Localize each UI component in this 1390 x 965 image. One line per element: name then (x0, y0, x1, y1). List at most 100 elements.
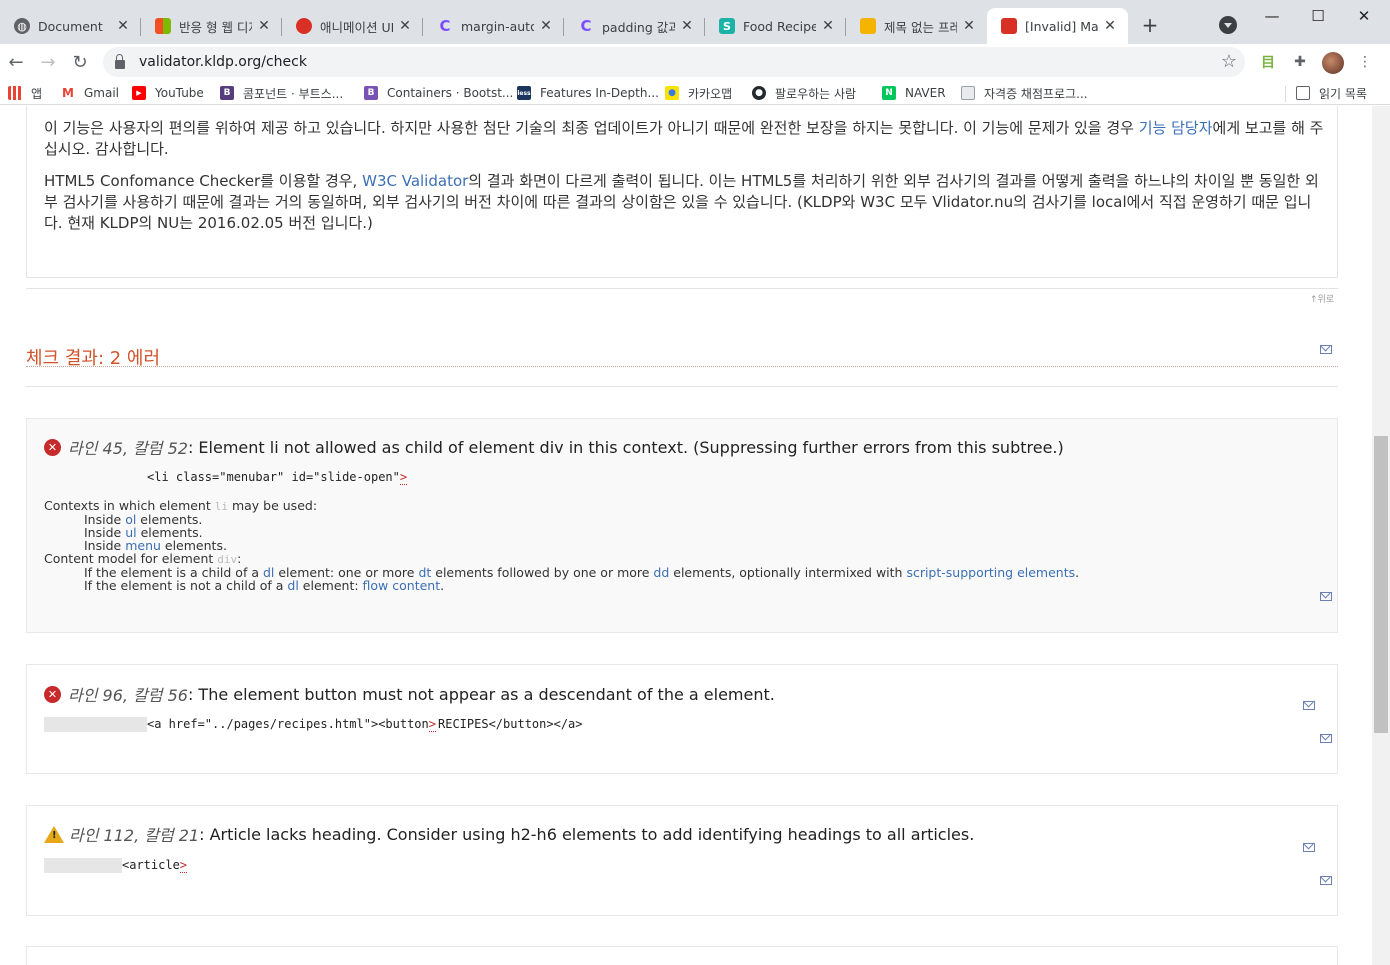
context-text: Content model for element (44, 551, 218, 566)
message-heading: ! 라인 112, 칼럼 21 : Article lacks heading.… (44, 822, 974, 846)
context-text: : (237, 551, 242, 566)
minimize-button[interactable]: — (1249, 4, 1295, 28)
tab-untitled-presentation[interactable]: 제목 없는 프레 ✕ (846, 8, 987, 44)
tab-title: 반응 형 웹 디자 (179, 19, 252, 35)
mail-icon[interactable] (1320, 734, 1332, 743)
mail-icon[interactable] (1320, 345, 1332, 354)
c-logo-icon: C (580, 17, 592, 35)
bookmark-bootstrap-containers[interactable]: B Containers · Bootst... (364, 84, 513, 102)
bookmark-star-icon[interactable]: ☆ (1221, 51, 1237, 72)
notice-box: 이 기능은 사용자의 편의를 위하여 제공 하고 있습니다. 하지만 사용한 첨… (26, 106, 1338, 278)
kakaomap-icon: ● (665, 86, 679, 100)
close-icon[interactable]: ✕ (115, 18, 131, 34)
lock-icon[interactable] (115, 53, 125, 69)
w3c-validator-link[interactable]: W3C Validator (362, 172, 468, 190)
error-marker: > (428, 717, 436, 732)
error-message-1: ✕ 라인 45, 칼럼 52 : Element li not allowed … (26, 418, 1338, 633)
error-icon: ✕ (44, 685, 61, 703)
close-window-button[interactable]: ✕ (1341, 4, 1387, 28)
close-icon[interactable]: ✕ (1102, 18, 1118, 34)
address-bar[interactable]: validator.kldp.org/check ☆ (103, 47, 1245, 77)
extension-icon[interactable]: 目 (1258, 52, 1278, 72)
bootstrap-icon: B (364, 86, 378, 100)
mail-icon[interactable] (1320, 592, 1332, 601)
url-text[interactable]: validator.kldp.org/check (139, 54, 307, 70)
tab-responsive-web[interactable]: 반응 형 웹 디자 ✕ (141, 8, 282, 44)
validator-icon (1001, 18, 1017, 34)
message-location: 라인 45, 칼럼 52 (68, 439, 188, 458)
context-line: Content model for element div: (44, 552, 1079, 566)
tab-search-icon[interactable] (1219, 16, 1237, 34)
bookmark-naver[interactable]: N NAVER (882, 84, 946, 102)
windows-icon (155, 18, 171, 34)
mail-icon[interactable] (1320, 876, 1332, 885)
tomato-icon (296, 18, 312, 34)
bookmark-less-features[interactable]: less Features In-Depth... (517, 84, 659, 102)
bookmarks-divider (1285, 86, 1286, 102)
bookmark-cert-grading[interactable]: 자격증 채점프로그... (961, 84, 1088, 102)
close-icon[interactable]: ✕ (961, 18, 977, 34)
puzzle-icon[interactable]: ✚ (1290, 52, 1310, 72)
code-text: <article (122, 858, 180, 872)
warning-message-1: ! 라인 112, 칼럼 21 : Article lacks heading.… (26, 805, 1338, 916)
bookmark-label: 카카오맵 (688, 86, 733, 101)
bookmark-gmail[interactable]: M Gmail (61, 84, 119, 102)
notice-text: 이 기능은 사용자의 편의를 위하여 제공 하고 있습니다. 하지만 사용한 첨… (44, 119, 1139, 137)
page-viewport: 이 기능은 사용자의 편의를 위하여 제공 하고 있습니다. 하지만 사용한 첨… (0, 106, 1372, 965)
vertical-scrollbar[interactable] (1372, 106, 1390, 965)
tab-food-recipes[interactable]: S Food Recipes ✕ (705, 8, 846, 44)
back-to-top-link[interactable]: ↑위로 (1310, 292, 1334, 305)
bookmark-github-following[interactable]: ● 팔로우하는 사람 (752, 84, 856, 102)
tab-document[interactable]: ◍ Document ✕ (0, 8, 141, 44)
forward-icon[interactable]: → (37, 51, 59, 73)
tab-padding[interactable]: C padding 값과 ✕ (564, 8, 705, 44)
profile-avatar[interactable] (1322, 52, 1344, 74)
close-icon[interactable]: ✕ (820, 18, 836, 34)
bookmark-label: Containers · Bootst... (387, 86, 514, 100)
message-location: 라인 96, 칼럼 56 (68, 686, 188, 705)
script-supporting-link[interactable]: script-supporting elements (906, 565, 1075, 580)
tab-margin-auto[interactable]: C margin-auto; - ✕ (423, 8, 564, 44)
context-text: . (1075, 565, 1080, 580)
tab-title: padding 값과 (602, 19, 675, 35)
tab-animation-ui[interactable]: 애니메이션 UI ✕ (282, 8, 423, 44)
bookmark-apps[interactable]: 앱 (8, 84, 42, 102)
bookmark-label: Gmail (84, 86, 120, 100)
new-tab-button[interactable]: + (1139, 13, 1161, 37)
tab-invalid-markup[interactable]: [Invalid] Mark ✕ (987, 8, 1128, 44)
close-icon[interactable]: ✕ (256, 18, 272, 34)
maximize-button[interactable]: ☐ (1295, 4, 1341, 28)
bookmark-bootstrap-components[interactable]: B 콤포넌트 · 부트스... (220, 84, 343, 102)
tab-title: 애니메이션 UI (320, 19, 393, 35)
dd-link[interactable]: dd (653, 565, 669, 580)
result-title-underline (26, 366, 1338, 367)
tab-title: Document (38, 18, 103, 34)
close-icon[interactable]: ✕ (397, 18, 413, 34)
message-location: 라인 112, 칼럼 21 (69, 826, 200, 845)
tab-title: Food Recipes (743, 18, 816, 34)
bookmark-label: 콤포넌트 · 부트스... (243, 86, 344, 101)
back-icon[interactable]: ← (5, 51, 27, 73)
tab-title: margin-auto; - (461, 18, 534, 34)
scrollbar-thumb[interactable] (1374, 436, 1388, 733)
message-text: : Element li not allowed as child of ele… (187, 437, 1064, 457)
reload-icon[interactable]: ↻ (69, 51, 91, 73)
mail-icon[interactable] (1303, 701, 1315, 710)
mail-icon[interactable] (1303, 843, 1315, 852)
github-icon: ● (752, 86, 766, 100)
close-icon[interactable]: ✕ (538, 18, 554, 34)
element-code: li (214, 500, 228, 513)
bookmark-youtube[interactable]: ▶ YouTube (132, 84, 204, 102)
reading-list-button[interactable]: 읽기 목록 (1296, 84, 1367, 102)
reading-list-label: 읽기 목록 (1319, 86, 1367, 101)
menu-kebab-icon[interactable]: ⋮ (1355, 52, 1375, 72)
bookmark-label: YouTube (155, 86, 204, 100)
bookmark-kakaomap[interactable]: ● 카카오맵 (665, 84, 732, 102)
slides-icon (860, 18, 876, 34)
context-line: If the element is not a child of a dl el… (44, 579, 1079, 592)
maintainer-link[interactable]: 기능 담당자 (1139, 119, 1213, 137)
dl-link[interactable]: dl (287, 578, 298, 593)
code-text: <li class="menubar" id="slide-open" (147, 470, 400, 484)
flow-content-link[interactable]: flow content (363, 578, 441, 593)
close-icon[interactable]: ✕ (679, 18, 695, 34)
